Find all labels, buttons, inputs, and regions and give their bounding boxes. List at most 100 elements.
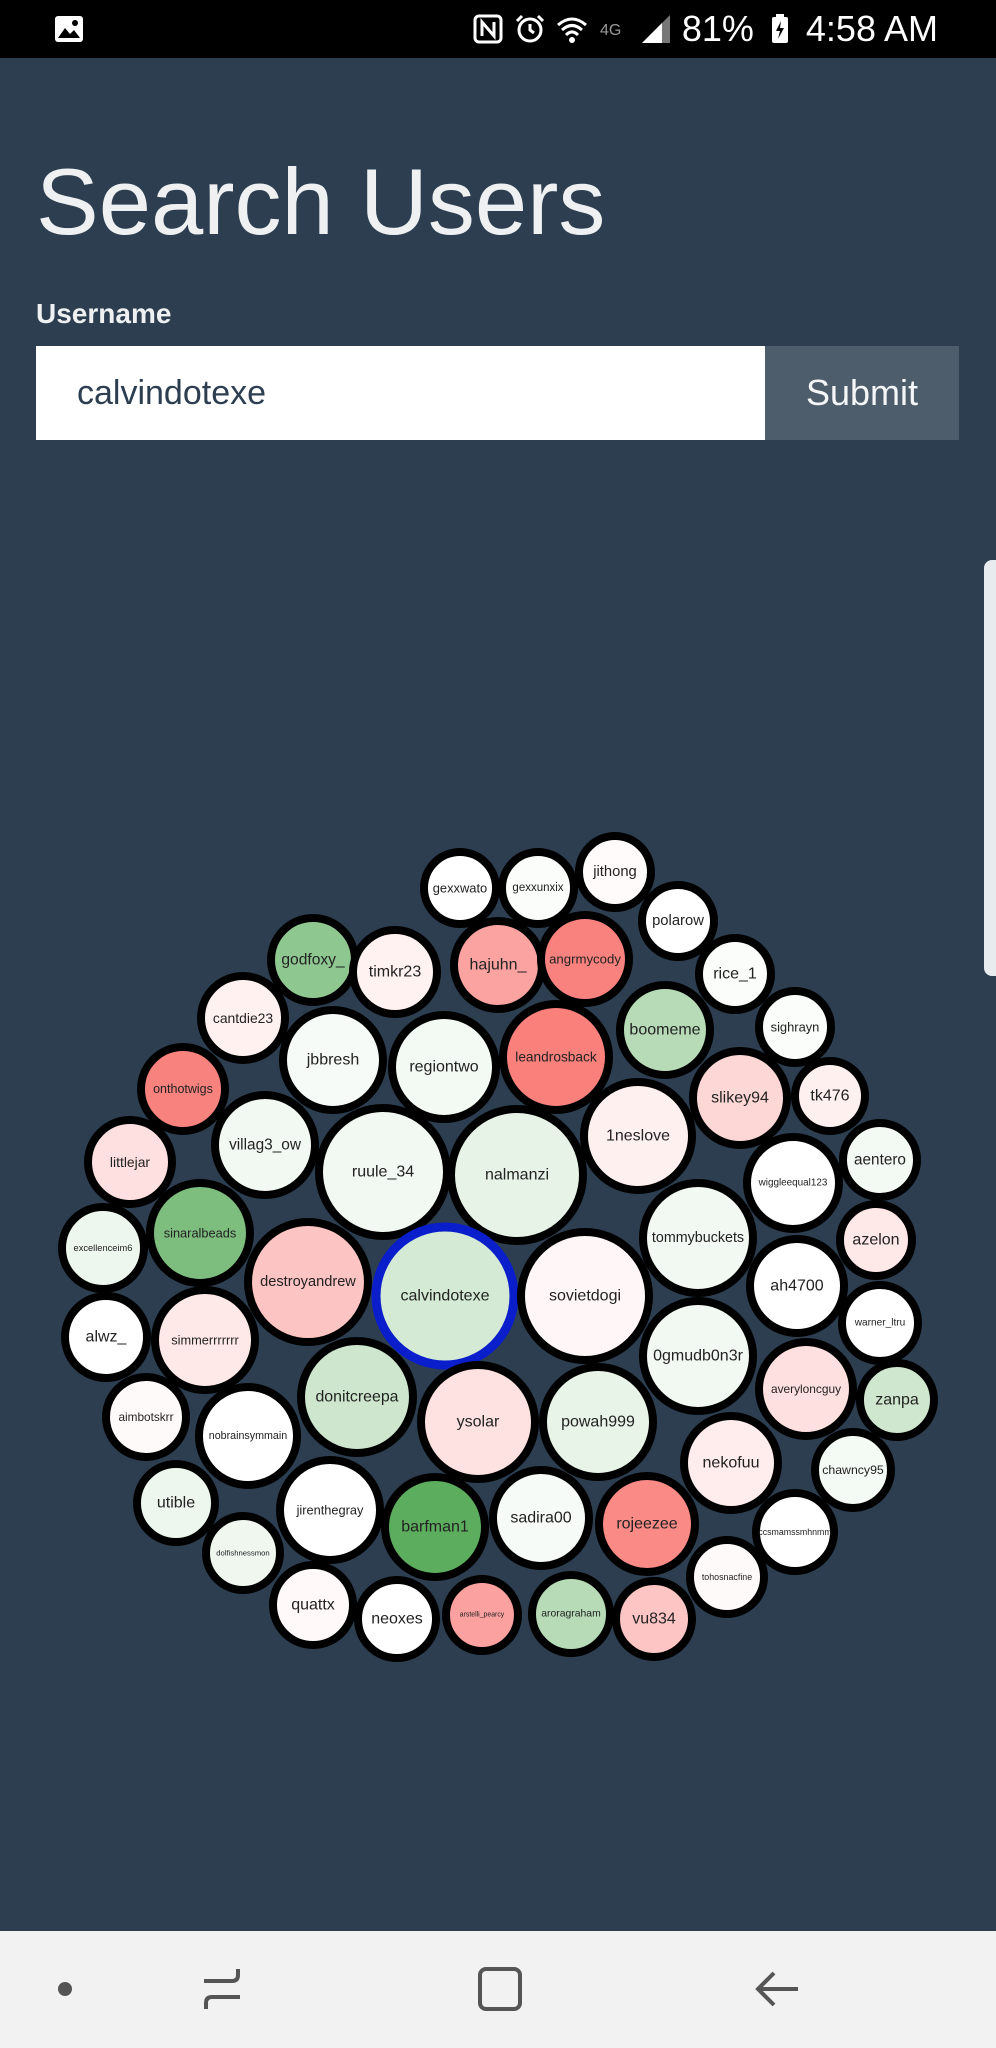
image-icon: [55, 16, 83, 42]
user-bubble-label: jbbresh: [306, 1052, 359, 1069]
user-bubble[interactable]: chawncy95: [811, 1428, 895, 1512]
user-bubble[interactable]: gexxwato: [420, 848, 500, 928]
scroll-handle[interactable]: [984, 560, 996, 976]
user-bubble[interactable]: cantdie23: [197, 972, 289, 1064]
user-bubble[interactable]: aimbotskrr: [102, 1373, 190, 1461]
user-bubble[interactable]: godfoxy_: [267, 914, 359, 1006]
user-bubble[interactable]: nobrainsymmain: [195, 1383, 301, 1489]
user-bubble[interactable]: sovietdogi: [517, 1228, 653, 1364]
user-bubble[interactable]: onthotwigs: [137, 1043, 229, 1135]
user-bubble-label: aroragraham: [541, 1609, 601, 1620]
user-bubble[interactable]: tohosnacfine: [686, 1536, 768, 1618]
user-bubble-label: timkr23: [369, 964, 422, 981]
recent-apps-icon[interactable]: [194, 1961, 250, 2017]
clock-time: 4:58 AM: [805, 8, 938, 49]
user-bubble[interactable]: ysolar: [417, 1361, 539, 1483]
user-bubble-label: jirenthegray: [296, 1503, 364, 1518]
user-bubble-label: azelon: [852, 1232, 899, 1249]
user-bubble-label: chawncy95: [822, 1463, 884, 1477]
user-bubble[interactable]: donitcreepa: [297, 1337, 417, 1457]
user-bubble-label: cantdie23: [213, 1010, 274, 1026]
wifi-icon: [556, 17, 587, 43]
home-button-icon[interactable]: [472, 1961, 528, 2017]
user-bubble-label: arstelli_pearcy: [460, 1612, 505, 1619]
user-bubble[interactable]: slikey94: [689, 1047, 791, 1149]
user-bubble-label: slikey94: [711, 1090, 769, 1107]
user-bubble[interactable]: zanpa: [856, 1359, 938, 1441]
user-bubble[interactable]: vu834: [612, 1577, 696, 1661]
user-bubble[interactable]: wiggleequal123: [743, 1133, 843, 1233]
user-bubble[interactable]: rojeezee: [595, 1472, 699, 1576]
user-bubble-label: aentero: [854, 1152, 906, 1169]
user-bubble-label: hajuhn_: [470, 957, 528, 974]
user-bubble[interactable]: barfman1: [381, 1473, 489, 1581]
user-bubble-label: quattx: [291, 1597, 335, 1614]
user-bubble-label: gexxwato: [433, 881, 487, 896]
user-bubble[interactable]: ruule_34: [315, 1104, 451, 1240]
user-bubble[interactable]: sinaralbeads: [146, 1179, 254, 1287]
user-bubble[interactable]: boomeme: [616, 981, 714, 1079]
user-bubble[interactable]: villag3_ow: [211, 1091, 319, 1199]
user-bubble[interactable]: warner_ltru: [838, 1281, 922, 1365]
user-bubble[interactable]: angrmycody: [537, 911, 633, 1007]
user-bubble[interactable]: powah999: [539, 1363, 657, 1481]
user-bubble-label: boomeme: [629, 1022, 700, 1039]
user-bubble[interactable]: tk476: [791, 1057, 869, 1135]
user-bubble[interactable]: sighrayn: [755, 987, 835, 1067]
user-bubble[interactable]: littlejar: [84, 1116, 176, 1208]
nav-dot-icon[interactable]: [37, 1961, 93, 2017]
user-bubble[interactable]: ah4700: [746, 1235, 848, 1337]
user-bubble[interactable]: excellenceim6: [58, 1203, 148, 1293]
username-input[interactable]: [36, 346, 765, 440]
user-bubble[interactable]: polarow: [638, 881, 718, 961]
user-bubble[interactable]: gexxunxix: [498, 848, 578, 928]
user-bubble[interactable]: aentero: [839, 1119, 921, 1201]
user-bubble[interactable]: quattx: [269, 1561, 357, 1649]
submit-button[interactable]: Submit: [765, 346, 959, 440]
user-bubble[interactable]: jirenthegray: [276, 1456, 384, 1564]
user-bubble[interactable]: ccsmamssmhnmm: [752, 1489, 838, 1575]
user-bubble[interactable]: jithong: [575, 832, 655, 912]
user-bubble[interactable]: dolfishnessmon: [202, 1512, 284, 1594]
user-bubble[interactable]: tommybuckets: [639, 1179, 757, 1297]
user-bubble[interactable]: hajuhn_: [450, 917, 546, 1013]
back-arrow-icon[interactable]: [750, 1961, 806, 2017]
user-bubble[interactable]: utible: [133, 1460, 219, 1546]
user-bubble-label: barfman1: [401, 1519, 469, 1536]
user-bubble-label: 0gmudb0n3r: [653, 1348, 744, 1365]
user-bubble[interactable]: sadira00: [489, 1466, 593, 1570]
user-bubble-label: sadira00: [510, 1510, 571, 1527]
page-title: Search Users: [36, 149, 606, 254]
user-bubble[interactable]: aroragraham: [528, 1571, 614, 1657]
user-bubble[interactable]: nekofuu: [680, 1412, 782, 1514]
user-bubble[interactable]: calvindotexe: [371, 1222, 519, 1370]
user-bubble[interactable]: nalmanzi: [447, 1105, 587, 1245]
user-bubble-label: gexxunxix: [512, 882, 563, 894]
user-bubble[interactable]: regiontwo: [388, 1011, 500, 1123]
user-bubble-label: neoxes: [371, 1611, 423, 1628]
user-bubble[interactable]: destroyandrew: [244, 1218, 372, 1346]
user-bubble-label: nekofuu: [703, 1455, 760, 1472]
user-bubble[interactable]: alwz_: [61, 1292, 151, 1382]
user-bubble[interactable]: simmerrrrrrr: [151, 1286, 259, 1394]
user-bubble[interactable]: averyloncguy: [755, 1338, 857, 1440]
user-bubble[interactable]: rice_1: [695, 934, 775, 1014]
user-bubble[interactable]: 0gmudb0n3r: [639, 1297, 757, 1415]
user-bubble[interactable]: neoxes: [354, 1576, 440, 1662]
search-form: Submit: [36, 346, 959, 440]
user-bubble[interactable]: timkr23: [349, 926, 441, 1018]
user-bubble[interactable]: jbbresh: [279, 1006, 387, 1114]
user-bubble[interactable]: azelon: [836, 1200, 916, 1280]
user-bubble-label: sinaralbeads: [164, 1226, 237, 1241]
user-bubble-label: ysolar: [457, 1414, 500, 1431]
lte-icon: 4G: [600, 22, 621, 39]
battery-percent: 81%: [681, 8, 754, 49]
user-bubble[interactable]: 1neslove: [580, 1078, 696, 1194]
user-bubble[interactable]: leandrosback: [499, 1000, 613, 1114]
user-bubble-label: dolfishnessmon: [216, 1549, 269, 1558]
user-bubble-label: rice_1: [713, 966, 757, 983]
signal-icon: [641, 15, 670, 43]
user-bubble-label: leandrosback: [515, 1050, 597, 1065]
user-bubble[interactable]: arstelli_pearcy: [442, 1575, 522, 1655]
svg-text:4G: 4G: [600, 22, 621, 39]
